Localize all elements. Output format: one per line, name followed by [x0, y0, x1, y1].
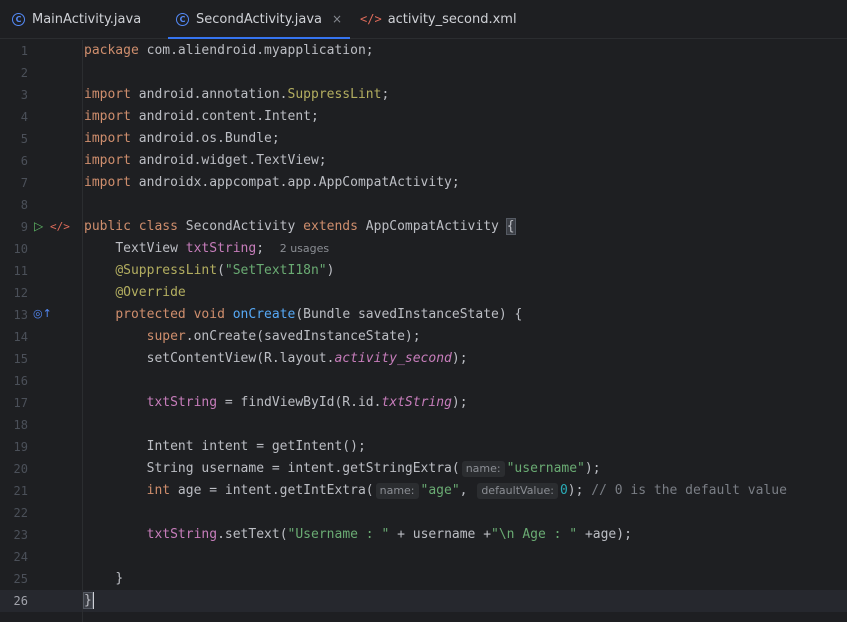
line-number: 15 [13, 352, 28, 366]
xml-link-icon[interactable]: </> [50, 220, 70, 233]
java-class-icon: C [176, 12, 189, 26]
code-line: int age = intent.getIntExtra(name: "age",… [146, 482, 787, 499]
line-number: 10 [13, 242, 28, 256]
code-line: package com.aliendroid.myapplication; [84, 43, 374, 58]
code-line: Intent intent = getIntent(); [146, 439, 366, 454]
tab-label: SecondActivity.java [196, 11, 322, 27]
code-line: import androidx.appcompat.app.AppCompatA… [84, 175, 460, 190]
line-number: 24 [13, 550, 28, 564]
line-number: 5 [20, 132, 28, 146]
line-number: 25 [13, 572, 28, 586]
param-hint: defaultValue: [477, 482, 558, 499]
code-line: import android.os.Bundle; [84, 131, 280, 146]
code-line: txtString = findViewById(R.id.txtString)… [146, 395, 468, 410]
code-line: super.onCreate(savedInstanceState); [146, 329, 421, 344]
line-number: 17 [13, 396, 28, 410]
code-line-current: } [83, 590, 94, 612]
line-number: 7 [20, 176, 28, 190]
editor-gutter: 1 2 3 4 5 6 7 8 9 10 11 12 13 14 15 16 1… [0, 40, 84, 622]
code-line: TextView txtString; 2 usages [115, 241, 330, 256]
tab-main-activity[interactable]: C MainActivity.java [12, 0, 141, 38]
line-number: 13 [13, 308, 28, 322]
code-line: import android.content.Intent; [84, 109, 319, 124]
matched-brace: } [83, 592, 93, 609]
editor-tab-bar: C MainActivity.java C SecondActivity.jav… [0, 0, 847, 39]
line-number: 23 [13, 528, 28, 542]
code-line: import android.widget.TextView; [84, 153, 327, 168]
line-number: 18 [13, 418, 28, 432]
line-number-current: 26 [13, 594, 28, 608]
text-caret [91, 592, 94, 609]
matched-brace: { [505, 218, 516, 235]
code-line: public class SecondActivity extends AppC… [84, 218, 516, 235]
line-number: 22 [13, 506, 28, 520]
tab-activity-second-xml[interactable]: </> activity_second.xml [360, 0, 517, 38]
param-hint: name: [461, 460, 505, 477]
line-number: 9 [20, 220, 28, 234]
line-number: 2 [20, 66, 28, 80]
code-line: import android.annotation.SuppressLint; [84, 87, 390, 102]
code-line: @SuppressLint("SetTextI18n") [115, 263, 335, 278]
code-line: } [115, 571, 124, 586]
tab-label: MainActivity.java [32, 11, 142, 27]
java-class-icon: C [12, 12, 25, 26]
tab-second-activity[interactable]: C SecondActivity.java × [168, 0, 351, 39]
override-method-icon[interactable]: ◎↑ [33, 307, 52, 320]
code-editor[interactable]: package com.aliendroid.myapplication; im… [83, 40, 847, 622]
code-line: setContentView(R.layout.activity_second)… [146, 351, 468, 366]
line-number: 3 [20, 88, 28, 102]
line-number: 4 [20, 110, 28, 124]
line-number: 6 [20, 154, 28, 168]
gutter-separator [82, 40, 83, 622]
close-tab-icon[interactable]: × [332, 12, 342, 26]
line-number: 21 [13, 484, 28, 498]
line-number: 16 [13, 374, 28, 388]
line-number: 19 [13, 440, 28, 454]
code-line: String username = intent.getStringExtra(… [146, 460, 601, 477]
xml-file-icon: </> [360, 12, 382, 26]
line-number: 12 [13, 286, 28, 300]
tab-label: activity_second.xml [387, 11, 517, 27]
line-number: 20 [13, 462, 28, 476]
run-icon[interactable]: ▷ [34, 219, 43, 233]
line-number: 1 [20, 44, 28, 58]
code-line: txtString.setText("Username : " + userna… [146, 527, 632, 542]
code-line: protected void onCreate(Bundle savedInst… [115, 307, 523, 322]
line-number: 11 [13, 264, 28, 278]
line-number: 14 [13, 330, 28, 344]
usages-hint[interactable]: 2 usages [280, 242, 329, 255]
param-hint: name: [375, 482, 419, 499]
line-number: 8 [20, 198, 28, 212]
code-line: @Override [115, 285, 186, 300]
